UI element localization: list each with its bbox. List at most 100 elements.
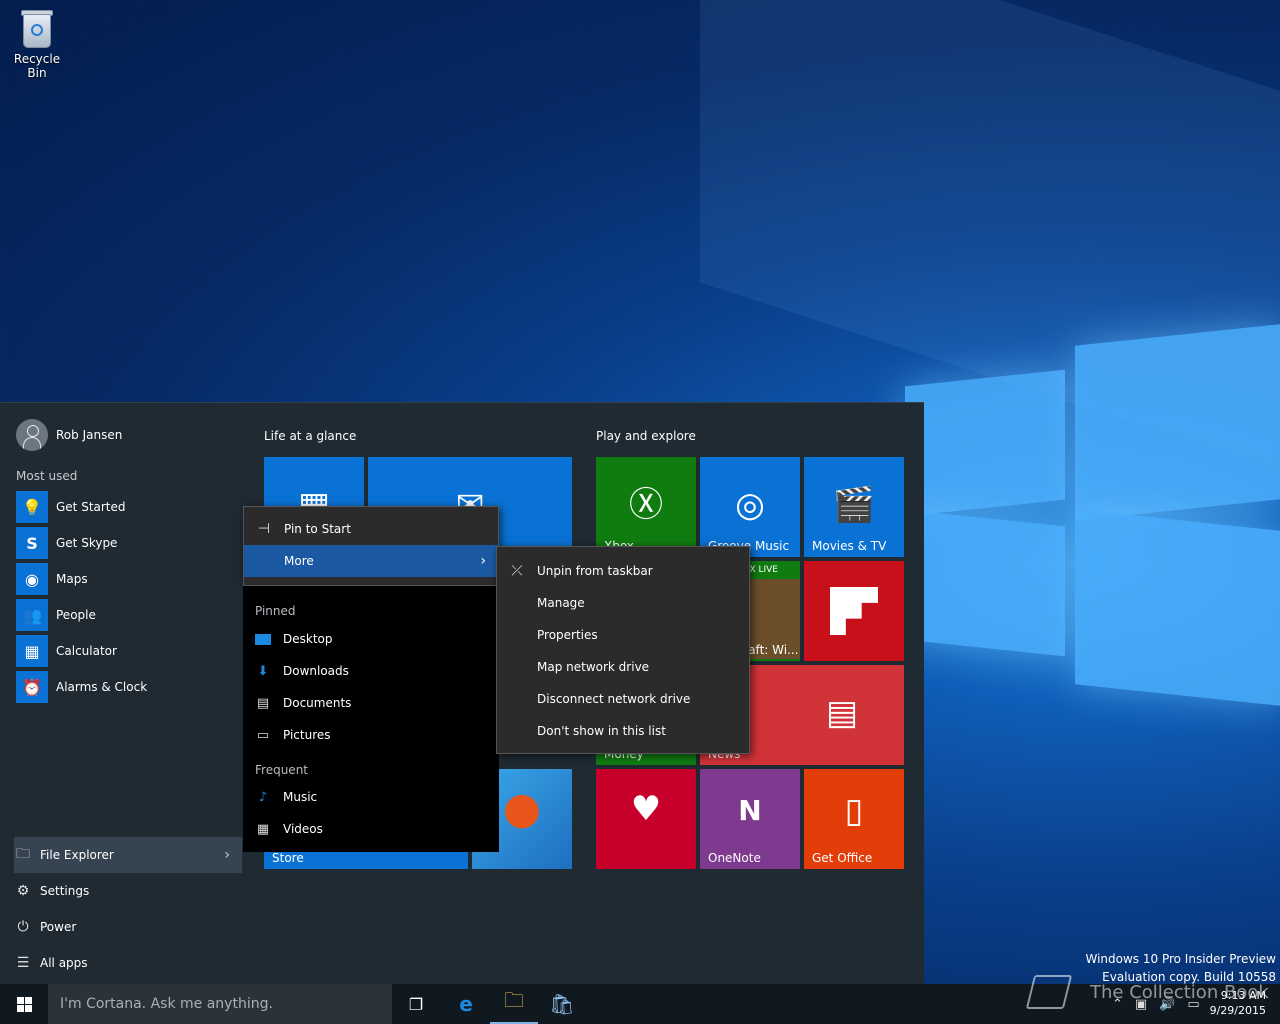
tile-label: Store <box>272 851 304 865</box>
tile-get-office[interactable]: ▯ Get Office <box>804 769 904 869</box>
store-taskbar-button[interactable]: 🛍 <box>538 984 586 1024</box>
cortana-search-box[interactable]: I'm Cortana. Ask me anything. <box>48 984 392 1024</box>
windows-icon <box>16 996 32 1012</box>
jump-item-videos[interactable]: ▦ Videos <box>255 813 323 845</box>
jump-item-documents[interactable]: ▤ Documents <box>255 687 352 719</box>
film-icon: ▦ <box>256 821 270 837</box>
app-label: Get Started <box>56 500 126 514</box>
disconnect-network-drive-item[interactable]: Disconnect network drive <box>497 683 749 715</box>
tile-label: OneNote <box>708 851 761 865</box>
app-maps[interactable]: ◉ Maps <box>16 563 88 595</box>
dont-show-in-list-item[interactable]: Don't show in this list <box>497 715 749 747</box>
brand-watermark: The Collection Book <box>1025 975 1269 1009</box>
app-people[interactable]: 👥 People <box>16 599 96 631</box>
edge-button[interactable]: e <box>442 984 490 1024</box>
app-alarms-clock[interactable]: ⏰ Alarms & Clock <box>16 671 147 703</box>
chevron-right-icon: › <box>224 847 230 863</box>
user-account[interactable]: Rob Jansen <box>16 419 122 451</box>
pin-to-start-item[interactable]: ⊣ Pin to Start <box>244 513 498 545</box>
jump-item-downloads[interactable]: ⬇ Downloads <box>255 655 349 687</box>
file-explorer-icon: 🗀 <box>16 846 30 862</box>
tile-onenote[interactable]: N OneNote <box>700 769 800 869</box>
list-icon: ☰ <box>16 955 30 971</box>
jump-item-desktop[interactable]: Desktop <box>255 623 333 655</box>
app-get-started[interactable]: 💡 Get Started <box>16 491 126 523</box>
task-view-icon: ❐ <box>408 994 424 1014</box>
jump-label: Pictures <box>283 728 331 742</box>
tile-movies-tv[interactable]: 🎬 Movies & TV <box>804 457 904 557</box>
all-apps-button[interactable]: ☰ All apps <box>14 945 242 981</box>
unpin-from-taskbar-item[interactable]: ⤫ Unpin from taskbar <box>497 555 749 587</box>
download-icon: ⬇ <box>257 663 269 679</box>
tile-xbox[interactable]: Ⓧ Xbox <box>596 457 696 557</box>
windows-logo-pane <box>1075 509 1280 706</box>
folder-icon: 🗀 <box>504 988 524 1012</box>
tile-flipboard[interactable] <box>804 561 904 661</box>
gear-icon: ⚙ <box>16 883 30 899</box>
document-icon: ▤ <box>256 695 270 711</box>
app-label: People <box>56 608 96 622</box>
tile-groove-music[interactable]: ◎ Groove Music <box>700 457 800 557</box>
file-explorer-button[interactable]: 🗀 File Explorer › <box>14 837 242 873</box>
file-explorer-label: File Explorer <box>40 848 114 862</box>
pictures-icon: ▭ <box>256 727 270 743</box>
frequent-header: Frequent <box>255 763 308 777</box>
unpin-icon: ⤫ <box>511 563 523 579</box>
desktop-icon <box>255 633 271 645</box>
more-submenu: ⤫ Unpin from taskbar Manage Properties M… <box>496 546 750 754</box>
windows-logo-pane <box>905 369 1065 517</box>
tile-label: Movies & TV <box>812 539 887 553</box>
onenote-icon: N <box>738 794 762 827</box>
menu-label: Don't show in this list <box>537 724 666 738</box>
calculator-icon: ▦ <box>16 635 48 667</box>
menu-label: More <box>284 554 314 568</box>
heart-icon: ♥ <box>630 789 662 829</box>
power-label: Power <box>40 920 77 934</box>
app-label: Alarms & Clock <box>56 680 148 694</box>
jump-label: Documents <box>283 696 352 710</box>
jump-label: Videos <box>283 822 323 836</box>
app-calculator[interactable]: ▦ Calculator <box>16 635 117 667</box>
manage-item[interactable]: Manage <box>497 587 749 619</box>
search-placeholder: I'm Cortana. Ask me anything. <box>60 996 273 1012</box>
jump-item-music[interactable]: ♪ Music <box>255 781 317 813</box>
group-header-life: Life at a glance <box>264 429 357 443</box>
people-icon: 👥 <box>16 599 48 631</box>
jump-item-pictures[interactable]: ▭ Pictures <box>255 719 331 751</box>
xbox-icon: Ⓧ <box>629 485 663 525</box>
alarm-clock-icon: ⏰ <box>16 671 48 703</box>
edge-icon: e <box>459 992 473 1016</box>
flipboard-icon <box>830 587 878 635</box>
pinned-header: Pinned <box>255 604 296 618</box>
all-apps-label: All apps <box>40 956 88 970</box>
start-button[interactable] <box>0 984 48 1024</box>
user-name: Rob Jansen <box>56 428 123 442</box>
pin-icon: ⊣ <box>257 521 271 537</box>
task-view-button[interactable]: ❐ <box>392 984 440 1024</box>
power-button[interactable]: ⏻ Power <box>14 909 242 945</box>
recycle-bin[interactable]: Recycle Bin <box>4 8 70 80</box>
news-icon: ▤ <box>825 693 859 733</box>
clapperboard-icon: 🎬 <box>832 485 876 525</box>
tile-iheartradio[interactable]: ♥ <box>596 769 696 869</box>
groove-music-icon: ◎ <box>735 485 765 525</box>
avatar <box>16 419 48 451</box>
app-get-skype[interactable]: S Get Skype <box>16 527 117 559</box>
music-note-icon: ♪ <box>258 789 268 805</box>
more-item[interactable]: More › <box>244 545 498 577</box>
book-icon <box>1025 975 1073 1009</box>
jump-label: Downloads <box>283 664 349 678</box>
menu-label: Properties <box>537 628 598 642</box>
brand-text: The Collection Book <box>1090 981 1269 1003</box>
app-label: Maps <box>56 572 88 586</box>
menu-label: Unpin from taskbar <box>537 564 653 578</box>
lightbulb-icon: 💡 <box>16 491 48 523</box>
skype-icon: S <box>16 527 48 559</box>
jump-label: Desktop <box>283 632 333 646</box>
map-network-drive-item[interactable]: Map network drive <box>497 651 749 683</box>
start-left-column: Rob Jansen Most used 💡 Get Started S Get… <box>0 403 242 985</box>
properties-item[interactable]: Properties <box>497 619 749 651</box>
settings-button[interactable]: ⚙ Settings <box>14 873 242 909</box>
file-explorer-taskbar-button[interactable]: 🗀 <box>490 984 538 1024</box>
most-used-header: Most used <box>16 469 78 483</box>
